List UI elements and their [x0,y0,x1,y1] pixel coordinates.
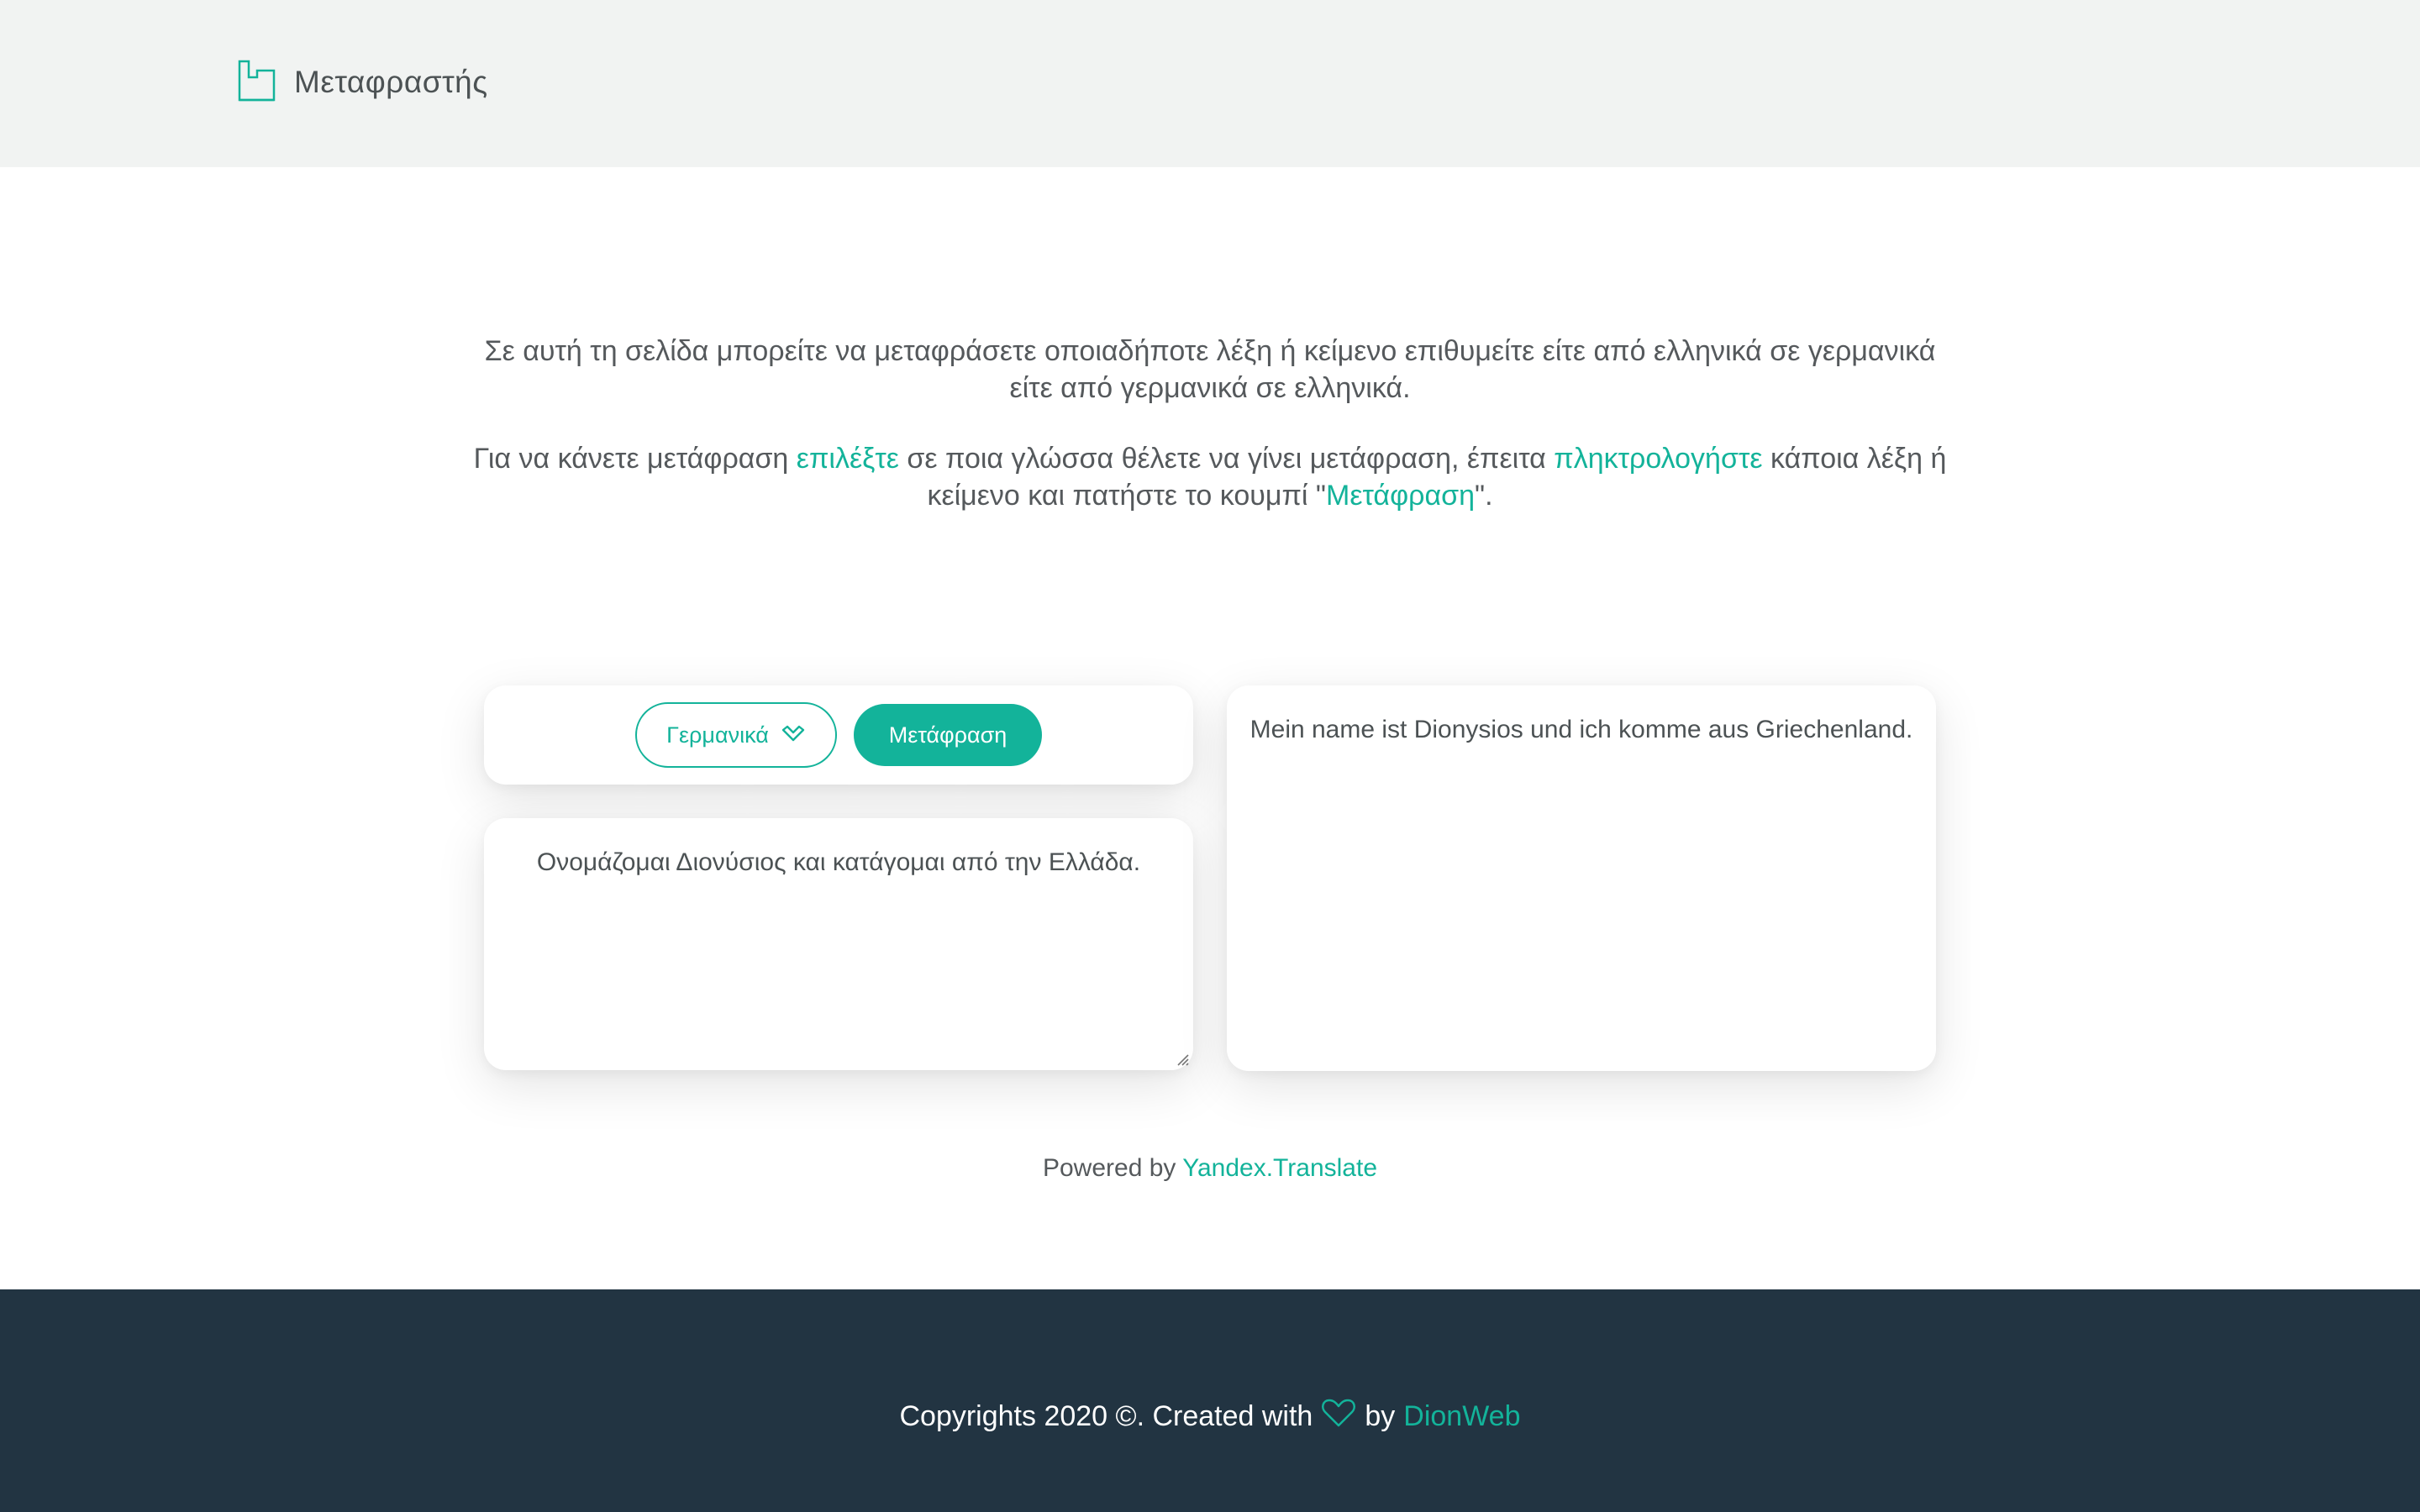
resize-handle[interactable] [1175,1052,1190,1067]
intro-paragraph-1: Σε αυτή τη σελίδα μπορείτε να μεταφράσετ… [484,335,1936,404]
translation-controls-card: Γερμανικά Μετάφραση [484,685,1193,785]
brand-name: Μεταφραστής [294,65,488,99]
translate-button[interactable]: Μετάφραση [854,704,1042,766]
controls-row: Γερμανικά Μετάφραση [484,685,1193,785]
top-header: Μεταφραστής [0,0,2420,167]
source-text: Ονομάζομαι Διονύσιος και κατάγομαι από τ… [536,848,1141,876]
footer-by: by [1365,1400,1396,1432]
accent-choose: επιλέξτε [796,443,899,475]
chevron-down-icon [781,722,806,748]
footer-copyright: Copyrights 2020 ©. Created with by DionW… [0,1398,2420,1436]
powered-by: Powered by Yandex.Translate [0,1154,2420,1183]
yandex-translate-link[interactable]: Yandex.Translate [1182,1154,1377,1182]
intro-text-segment: Για να κάνετε μετάφραση [473,443,797,475]
language-select[interactable]: Γερμανικά [635,702,837,768]
powered-by-prefix: Powered by [1042,1154,1183,1182]
language-select-label: Γερμανικά [666,722,769,748]
footer: Copyrights 2020 ©. Created with by DionW… [0,1289,2420,1512]
target-output: Mein name ist Dionysios und ich komme au… [1227,685,1936,1071]
brand[interactable]: Μεταφραστής [237,60,488,104]
intro-text-segment: ". [1475,480,1493,512]
intro-text: Σε αυτή τη σελίδα μπορείτε να μεταφράσετ… [471,333,1949,514]
accent-translate: Μετάφραση [1326,480,1476,512]
accent-type: πληκτρολογήστε [1554,443,1763,475]
house-outline-icon [237,59,277,107]
target-text: Mein name ist Dionysios und ich komme au… [1249,716,1913,743]
intro-text-segment: σε ποια γλώσσα θέλετε να γίνει μετάφραση… [898,443,1555,475]
source-textarea[interactable]: Ονομάζομαι Διονύσιος και κατάγομαι από τ… [484,818,1193,1070]
author-link[interactable]: DionWeb [1403,1400,1520,1433]
heart-outline-icon [1321,1398,1356,1436]
intro-paragraph-2: Για να κάνετε μετάφραση επιλέξτε σε ποια… [471,440,1949,514]
footer-copyright-text: Copyrights 2020 ©. Created with [899,1400,1313,1432]
